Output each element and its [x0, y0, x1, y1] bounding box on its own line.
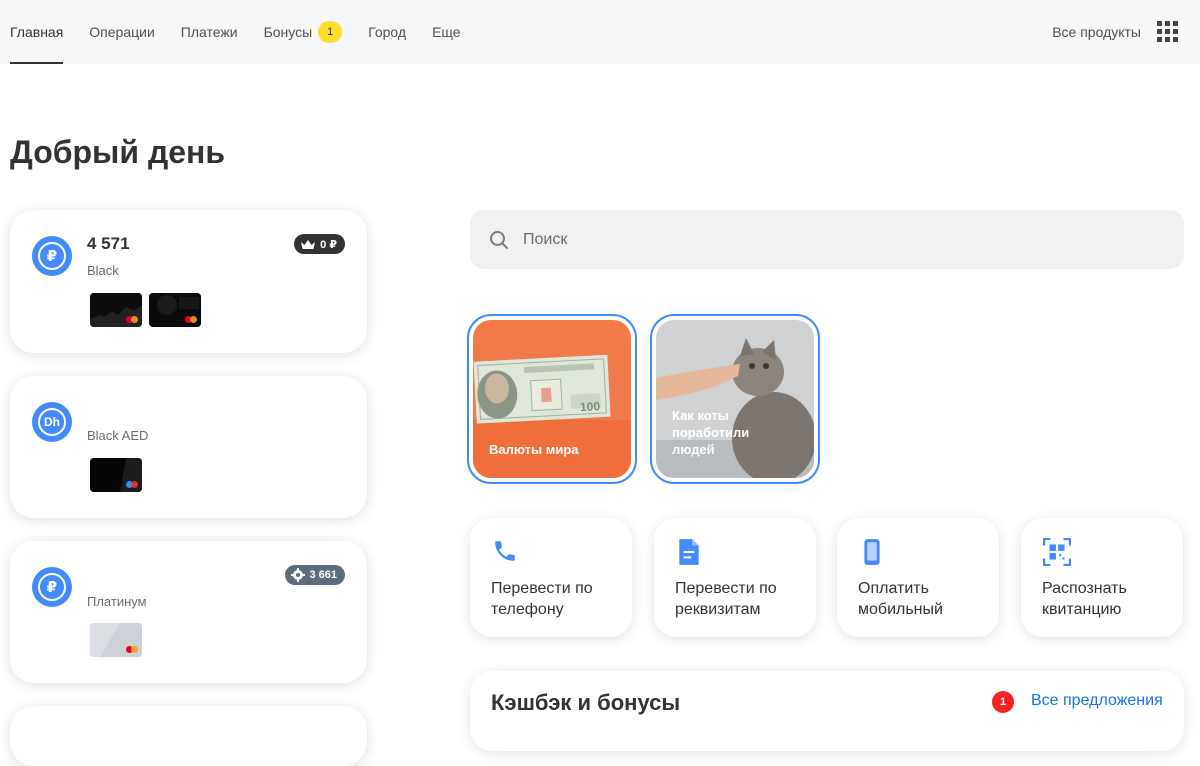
transfer-by-phone-button[interactable]: Перевести по телефону — [470, 518, 632, 637]
transfer-by-details-button[interactable]: Перевести по реквизитам — [654, 518, 816, 637]
search-input[interactable] — [523, 230, 1123, 249]
story-world-currencies[interactable]: 100 Валюты мира — [467, 314, 637, 484]
search-icon — [490, 230, 508, 249]
top-navigation: Главная Операции Платежи Бонусы 1 Город … — [0, 0, 1200, 64]
tab-bonuses[interactable]: Бонусы 1 — [264, 0, 343, 64]
section-title: Кэшбэк и бонусы — [491, 690, 681, 715]
tab-city[interactable]: Город — [368, 0, 406, 64]
pay-mobile-button[interactable]: Оплатить мобильный — [837, 518, 999, 637]
all-products-link[interactable]: Все продукты — [1052, 0, 1141, 64]
mobile-icon — [864, 539, 880, 565]
bonus-points-pill: 3 661 — [285, 565, 345, 585]
tab-more[interactable]: Еще — [432, 0, 461, 64]
quick-action-label: Оплатить мобильный — [858, 580, 943, 618]
document-icon — [679, 539, 699, 565]
bank-card-thumbnail[interactable] — [90, 458, 142, 492]
account-name: Black AED — [87, 428, 149, 443]
phone-icon — [495, 541, 515, 561]
account-card-black[interactable]: ₽ 4 571 Black 0 ₽ — [10, 210, 367, 353]
account-name: Платинум — [87, 594, 147, 609]
search-bar[interactable] — [470, 210, 1184, 269]
offers-count-badge: 1 — [992, 691, 1014, 713]
tab-main[interactable]: Главная — [10, 0, 64, 64]
tab-payments[interactable]: Платежи — [181, 0, 238, 64]
story-image: Как коты поработили людей — [656, 320, 814, 478]
story-cats[interactable]: Как коты поработили людей — [650, 314, 820, 484]
all-offers-link[interactable]: Все предложения — [1031, 692, 1163, 710]
tab-operations[interactable]: Операции — [89, 0, 155, 64]
gear-icon — [291, 568, 306, 582]
account-name: Black — [87, 263, 119, 278]
dirham-icon: Dh — [32, 402, 72, 442]
apps-grid-icon[interactable] — [1157, 21, 1178, 42]
bonuses-badge: 1 — [318, 21, 343, 43]
ruble-icon: ₽ — [32, 236, 72, 276]
story-image: 100 Валюты мира — [473, 320, 631, 478]
cashback-pill: 0 ₽ — [294, 234, 345, 254]
quick-action-label: Распознать квитанцию — [1042, 580, 1127, 618]
account-card-platinum[interactable]: ₽ Платинум 3 661 — [10, 541, 367, 683]
quick-action-label: Перевести по реквизитам — [675, 580, 777, 618]
crown-icon — [301, 239, 316, 249]
story-caption: Валюты мира — [489, 442, 579, 457]
nav-tabs: Главная Операции Платежи Бонусы 1 Город … — [10, 0, 487, 64]
scan-receipt-button[interactable]: Распознать квитанцию — [1021, 518, 1183, 637]
ruble-icon: ₽ — [32, 567, 72, 607]
quick-action-label: Перевести по телефону — [491, 580, 593, 618]
bank-card-thumbnail[interactable] — [149, 293, 201, 327]
story-caption: Как коты поработили людей — [672, 408, 750, 457]
account-balance: 4 571 — [87, 234, 130, 253]
bank-card-thumbnail[interactable] — [90, 293, 142, 327]
qr-scan-icon — [1043, 538, 1071, 566]
account-card-partial[interactable] — [10, 706, 367, 766]
page-title: Добрый день — [10, 134, 226, 170]
cashback-section: Кэшбэк и бонусы 1 Все предложения — [470, 671, 1184, 751]
bank-card-thumbnail[interactable] — [90, 623, 142, 657]
svg-text:100: 100 — [580, 399, 601, 414]
account-card-black-aed[interactable]: Dh Black AED — [10, 376, 367, 518]
